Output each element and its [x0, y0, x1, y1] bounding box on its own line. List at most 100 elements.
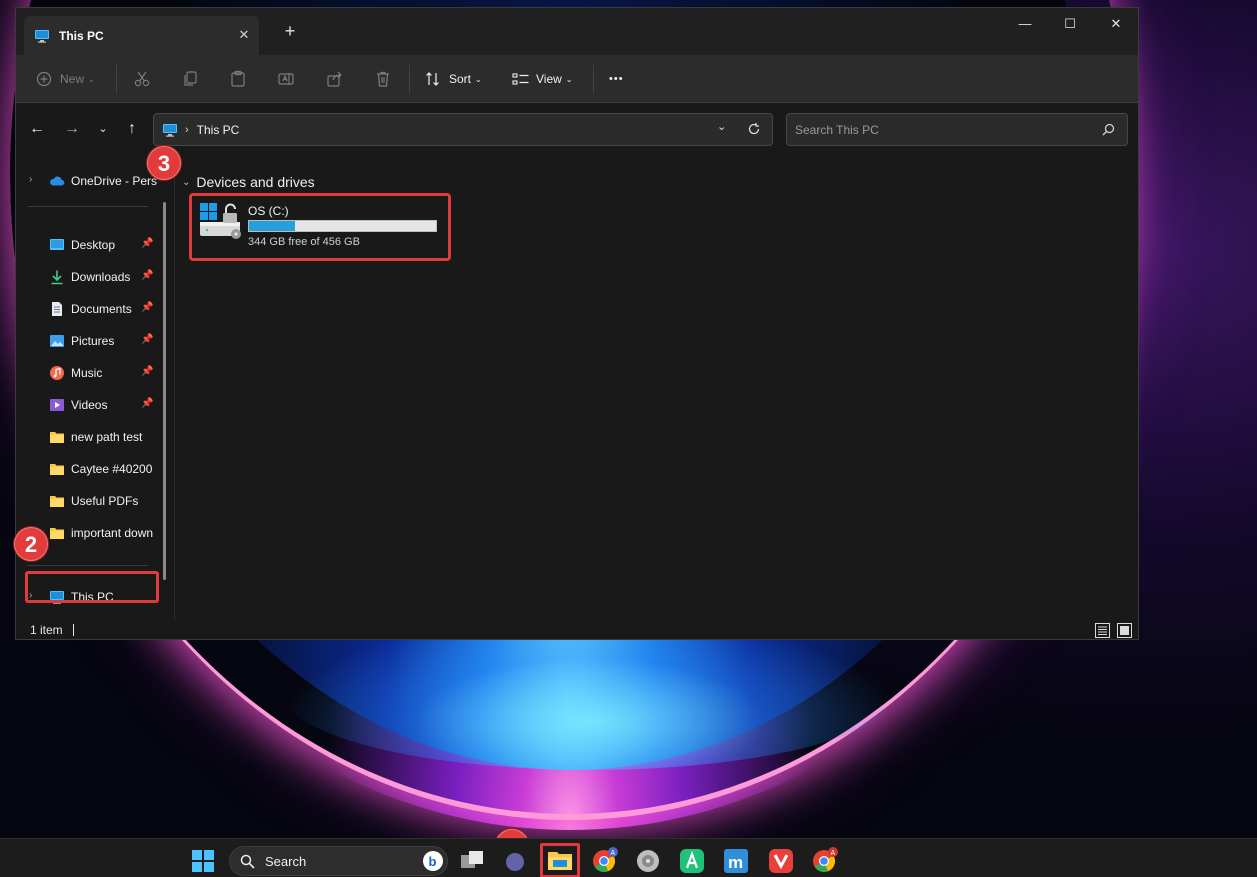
sidebar-item-label: Desktop [71, 238, 116, 252]
sidebar-item-new-path-test[interactable]: new path test [16, 424, 161, 450]
delete-icon[interactable] [374, 67, 392, 91]
sidebar-item-useful-pdfs[interactable]: Useful PDFs [16, 488, 161, 514]
bing-icon[interactable]: b [422, 850, 444, 872]
recent-locations-button[interactable]: ⌄ [92, 120, 114, 138]
drive-icon [200, 203, 241, 239]
chevron-down-icon: ⌄ [475, 74, 482, 84]
vivaldi-icon[interactable] [766, 846, 796, 874]
navigation-scrollbar[interactable] [163, 202, 166, 580]
address-dropdown-icon[interactable]: ⌄ [717, 120, 726, 133]
sidebar-item-label: Pictures [71, 334, 115, 348]
sidebar-item-videos[interactable]: Videos 📌 [16, 392, 161, 418]
details-view-icon[interactable] [1095, 623, 1110, 638]
group-header-label: Devices and drives [196, 174, 315, 190]
svg-text:b: b [429, 854, 437, 869]
taskbar-search[interactable]: Search b [229, 846, 448, 876]
audio-app-icon[interactable] [633, 846, 663, 874]
sidebar-item-music[interactable]: Music 📌 [16, 360, 161, 386]
start-button[interactable] [192, 850, 214, 872]
copy-icon[interactable] [181, 67, 199, 91]
view-button[interactable]: View ⌄ [512, 67, 573, 91]
toolbar-divider [593, 65, 594, 93]
sidebar-item-pictures[interactable]: Pictures 📌 [16, 328, 161, 354]
breadcrumb-chevron-icon: › [185, 123, 189, 136]
highlight-this-pc [25, 571, 159, 603]
folder-icon [50, 528, 64, 539]
sidebar-item-network-partial[interactable] [16, 613, 161, 620]
sidebar-item-label: Downloads [71, 270, 131, 284]
music-icon [50, 366, 64, 380]
sidebar-item-onedrive[interactable]: › OneDrive - Pers [16, 168, 161, 194]
address-row: ← → ⌄ ↑ › This PC ⌄ Search This PC [16, 103, 1138, 155]
large-icons-view-icon[interactable] [1117, 623, 1132, 638]
pin-icon: 📌 [141, 334, 154, 345]
sidebar-item-label: Useful PDFs [71, 494, 139, 508]
pane-divider[interactable] [174, 155, 175, 620]
tab-close-icon[interactable]: ✕ [237, 28, 251, 42]
svg-text:m: m [728, 853, 743, 872]
m-app-icon[interactable]: m [721, 846, 751, 874]
sort-icon [426, 72, 439, 86]
pictures-icon [50, 335, 64, 347]
pin-icon: 📌 [141, 366, 154, 377]
expand-chevron-icon[interactable]: › [29, 174, 32, 185]
sidebar-item-desktop[interactable]: Desktop 📌 [16, 232, 161, 258]
search-input[interactable]: Search This PC [795, 123, 879, 137]
tab-this-pc[interactable]: This PC ✕ [24, 16, 259, 55]
maximize-button[interactable]: ☐ [1047, 14, 1093, 34]
more-options-button[interactable]: ••• [609, 67, 624, 91]
drive-os-c[interactable]: OS (C:) 344 GB free of 456 GB [189, 193, 451, 261]
pin-icon: 📌 [141, 238, 154, 249]
sidebar-item-documents[interactable]: Documents 📌 [16, 296, 161, 322]
cut-icon[interactable] [133, 67, 151, 91]
teams-chat-icon[interactable] [500, 846, 530, 874]
onedrive-cloud-icon [50, 176, 65, 186]
search-box[interactable]: Search This PC [786, 113, 1128, 146]
file-explorer-window: This PC ✕ + — ☐ ✕ New ⌄ Sort ⌄ View ⌄ ••… [15, 7, 1139, 640]
desktop-icon [50, 239, 64, 250]
up-button[interactable]: ↑ [121, 120, 143, 138]
rename-icon[interactable] [277, 67, 295, 91]
item-count: 1 item [30, 623, 63, 637]
sidebar-divider [28, 565, 148, 566]
share-icon[interactable] [326, 67, 344, 91]
paste-icon[interactable] [229, 67, 247, 91]
refresh-icon[interactable] [747, 122, 761, 136]
group-header-devices[interactable]: ⌄ Devices and drives [182, 174, 315, 190]
new-tab-button[interactable]: + [280, 22, 300, 40]
chrome-icon[interactable]: A [590, 846, 620, 874]
minimize-button[interactable]: — [1002, 14, 1048, 34]
search-icon[interactable] [1102, 123, 1115, 136]
folder-icon [50, 496, 64, 507]
svg-text:A: A [831, 850, 836, 857]
highlight-file-explorer [540, 843, 580, 877]
forward-button[interactable]: → [61, 120, 83, 138]
sidebar-divider [28, 206, 148, 207]
new-button[interactable]: New ⌄ [36, 67, 95, 91]
sort-button[interactable]: Sort ⌄ [425, 67, 482, 91]
this-pc-icon [163, 123, 177, 137]
search-icon [240, 854, 255, 869]
sidebar-item-caytee[interactable]: Caytee #40200 [16, 456, 161, 482]
folder-icon [50, 464, 64, 475]
sidebar-item-downloads[interactable]: Downloads 📌 [16, 264, 161, 290]
green-app-icon[interactable] [677, 846, 707, 874]
chevron-down-icon: ⌄ [565, 74, 573, 84]
close-window-button[interactable]: ✕ [1093, 14, 1138, 34]
view-icon [512, 73, 529, 85]
sidebar-item-label: Documents [71, 302, 132, 316]
breadcrumb-this-pc[interactable]: This PC [197, 123, 240, 137]
title-bar: This PC ✕ + — ☐ ✕ [16, 8, 1138, 55]
chrome-profile-icon[interactable]: A [810, 846, 840, 874]
sidebar-item-label: OneDrive - Pers [71, 174, 158, 188]
status-separator [73, 624, 74, 636]
pin-icon: 📌 [141, 398, 154, 409]
collapse-chevron-icon[interactable]: ⌄ [182, 177, 190, 188]
annotation-badge-3: 3 [147, 146, 181, 180]
back-button[interactable]: ← [26, 120, 48, 138]
drive-name: OS (C:) [248, 204, 289, 218]
chevron-down-icon: ⌄ [88, 74, 95, 84]
this-pc-icon [35, 29, 49, 43]
task-view-icon[interactable] [458, 846, 488, 874]
address-bar[interactable]: › This PC ⌄ [153, 113, 773, 146]
